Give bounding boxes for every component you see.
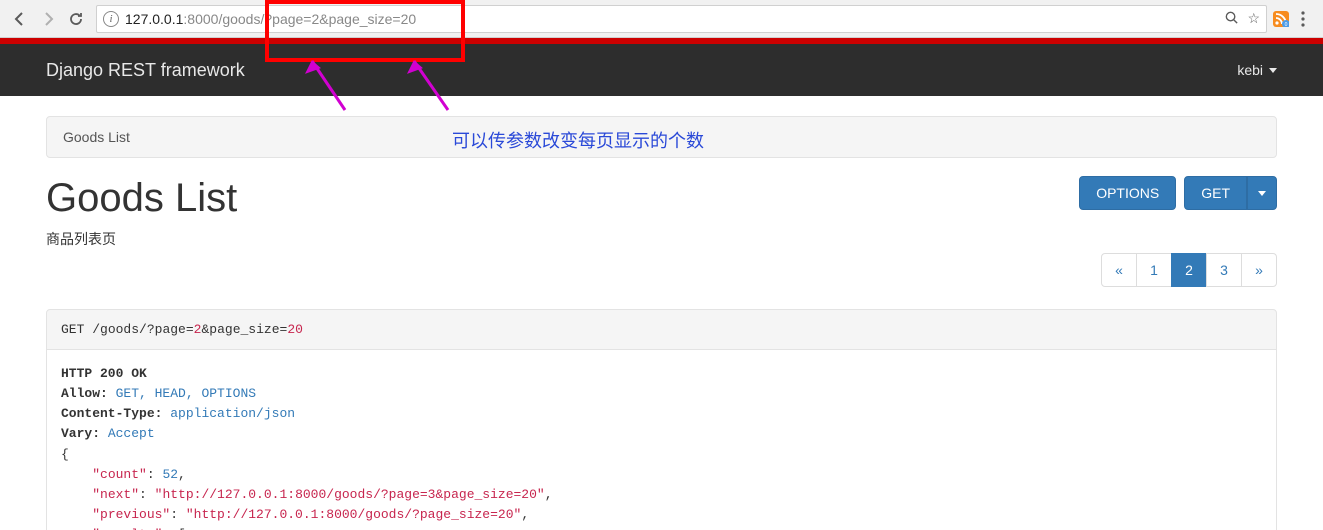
page-subtitle: 商品列表页 [46,229,237,249]
page-link[interactable]: « [1101,253,1137,287]
pagination: «123» [1102,253,1277,287]
get-button[interactable]: GET [1184,176,1247,210]
page-link[interactable]: 2 [1171,253,1207,287]
site-info-icon[interactable]: i [103,11,119,27]
chevron-down-icon [1258,191,1266,196]
back-button[interactable] [6,5,34,33]
action-buttons: OPTIONS GET [1079,176,1277,210]
chevron-down-icon [1269,68,1277,73]
get-dropdown-toggle[interactable] [1247,176,1277,210]
user-menu[interactable]: kebi [1237,62,1277,78]
bookmark-star-icon[interactable]: ☆ [1247,10,1260,27]
reload-button[interactable] [62,5,90,33]
user-name: kebi [1237,62,1263,78]
brand-link[interactable]: Django REST framework [46,60,245,81]
url-text: 127.0.0.1:8000/goods/?page=2&page_size=2… [125,11,1224,27]
forward-button[interactable] [34,5,62,33]
options-button[interactable]: OPTIONS [1079,176,1176,210]
chrome-menu-icon[interactable] [1289,11,1317,27]
browser-toolbar: i 127.0.0.1:8000/goods/?page=2&page_size… [0,0,1323,38]
rss-extension-icon[interactable]: 0 [1273,11,1289,27]
annotation-note: 可以传参数改变每页显示的个数 [452,127,704,153]
svg-text:0: 0 [1285,22,1288,27]
page-title: Goods List [46,176,237,221]
page-link[interactable]: 1 [1136,253,1172,287]
response-body: HTTP 200 OK Allow: GET, HEAD, OPTIONS Co… [46,350,1277,530]
address-bar[interactable]: i 127.0.0.1:8000/goods/?page=2&page_size… [96,5,1267,33]
request-line: GET /goods/?page=2&page_size=20 [46,309,1277,350]
page-link[interactable]: 3 [1206,253,1242,287]
breadcrumb-item[interactable]: Goods List [63,129,130,145]
breadcrumb: Goods List 可以传参数改变每页显示的个数 [46,116,1277,158]
zoom-icon[interactable] [1224,10,1239,28]
page-link[interactable]: » [1241,253,1277,287]
navbar: Django REST framework kebi [0,44,1323,96]
